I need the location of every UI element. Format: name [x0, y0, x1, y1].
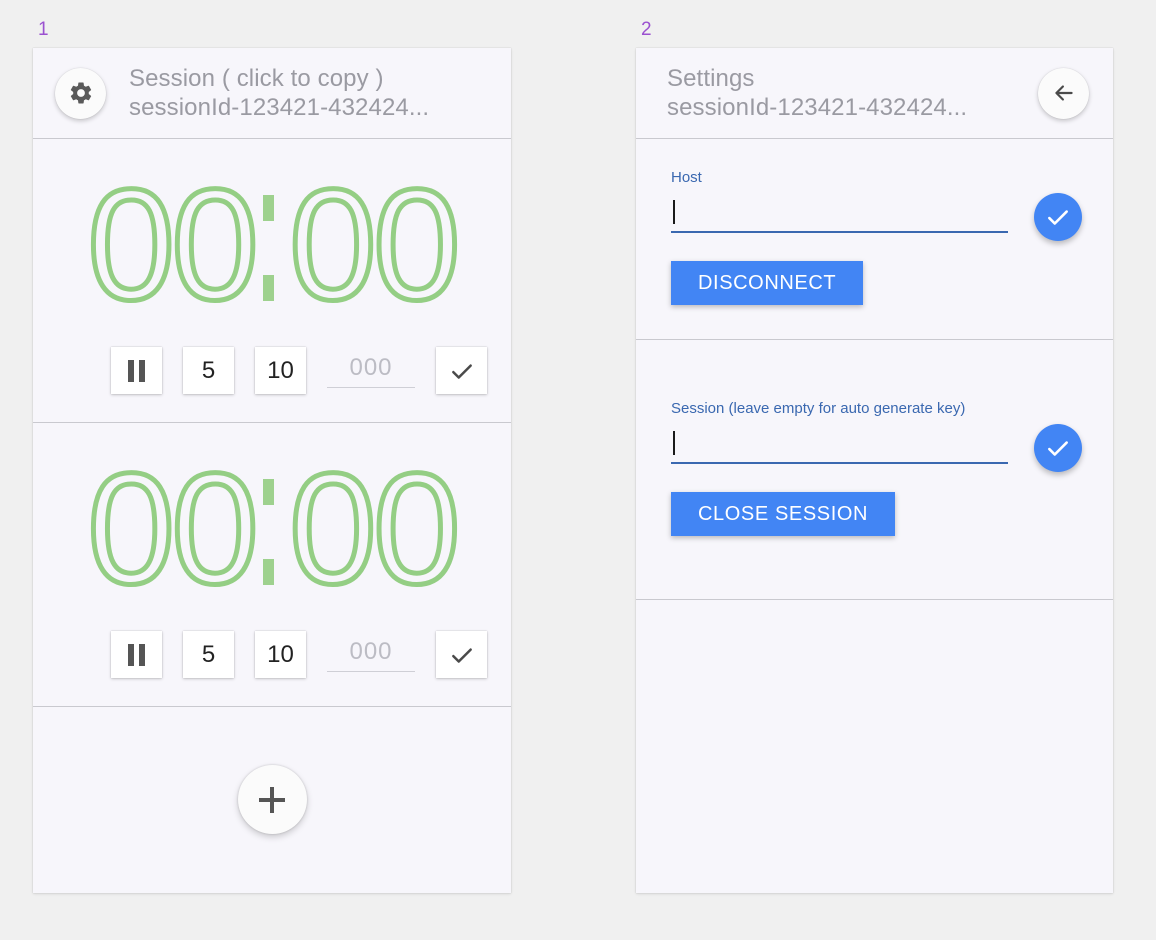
timer-panel: Session ( click to copy ) sessionId-12342…: [33, 48, 511, 893]
preset-10-button[interactable]: 10: [255, 347, 306, 394]
timer-block: 0 0 0 0 5 10 000: [33, 423, 511, 707]
timer-digit: 0: [287, 157, 380, 333]
settings-empty-area: [636, 600, 1113, 892]
back-button[interactable]: [1038, 67, 1089, 119]
custom-minutes-input[interactable]: 000: [327, 354, 415, 388]
timer-display: 0 0 0 0: [33, 157, 511, 333]
pause-icon: [128, 359, 145, 382]
arrow-left-icon: [1054, 85, 1073, 101]
add-timer-area: [33, 707, 511, 892]
panel-number-1: 1: [38, 19, 49, 40]
add-timer-button[interactable]: [237, 765, 307, 834]
session-id: sessionId-123421-432424...: [129, 94, 430, 121]
check-icon: [1048, 210, 1068, 225]
settings-button[interactable]: [55, 67, 106, 119]
pause-button[interactable]: [111, 631, 162, 678]
session-header-text[interactable]: Session ( click to copy ) sessionId-12342…: [129, 64, 429, 122]
timer-block: 0 0 0 0 5 10 000: [33, 139, 511, 423]
timer-digit: 0: [85, 441, 178, 617]
custom-minutes-input[interactable]: 000: [327, 638, 415, 672]
session-confirm-button[interactable]: [1034, 424, 1082, 472]
settings-panel: Settings sessionId-123421-432424... Host …: [636, 48, 1113, 893]
check-icon: [451, 363, 472, 379]
timer-colon: [255, 189, 289, 301]
session-field-row: [671, 418, 1113, 472]
timer-digit: 0: [169, 441, 262, 617]
pause-button[interactable]: [111, 347, 162, 394]
custom-minutes-placeholder: 000: [349, 353, 393, 381]
host-section: Host DISCONNECT: [636, 139, 1113, 340]
timer-digit: 0: [370, 157, 463, 333]
confirm-button[interactable]: [436, 631, 487, 678]
text-caret: [673, 200, 675, 224]
timer-controls: 5 10 000: [33, 631, 511, 678]
pause-icon: [128, 643, 145, 666]
gear-icon: [70, 82, 91, 104]
preset-5-button[interactable]: 5: [183, 631, 234, 678]
preset-10-button[interactable]: 10: [255, 631, 306, 678]
host-field-row: [671, 187, 1113, 241]
custom-minutes-placeholder: 000: [349, 637, 393, 665]
close-session-button[interactable]: CLOSE SESSION: [671, 492, 896, 536]
plus-icon: [259, 786, 285, 813]
timer-colon: [255, 473, 289, 585]
host-confirm-button[interactable]: [1034, 193, 1082, 241]
session-key-label: Session (leave empty for auto generate k…: [671, 400, 966, 417]
timer-panel-header: Session ( click to copy ) sessionId-12342…: [33, 48, 511, 139]
session-key-input[interactable]: [671, 428, 1008, 464]
timer-digit: 0: [287, 441, 380, 617]
confirm-button[interactable]: [436, 347, 487, 394]
check-icon: [451, 647, 472, 663]
timer-digit: 0: [370, 441, 463, 617]
settings-session-id: sessionId-123421-432424...: [667, 94, 968, 121]
settings-title: Settings: [667, 65, 755, 92]
session-section: Session (leave empty for auto generate k…: [636, 340, 1113, 600]
settings-panel-header: Settings sessionId-123421-432424...: [636, 48, 1113, 139]
text-caret: [673, 431, 675, 455]
preset-5-button[interactable]: 5: [183, 347, 234, 394]
panel-number-2: 2: [641, 19, 652, 40]
host-label: Host: [671, 169, 702, 186]
timer-digit: 0: [169, 157, 262, 333]
settings-header-text: Settings sessionId-123421-432424...: [667, 64, 967, 122]
check-icon: [1048, 441, 1068, 456]
timer-digit: 0: [85, 157, 178, 333]
disconnect-button[interactable]: DISCONNECT: [671, 261, 864, 305]
host-input[interactable]: [671, 197, 1008, 233]
timer-controls: 5 10 000: [33, 347, 511, 394]
timer-display: 0 0 0 0: [33, 441, 511, 617]
session-title: Session ( click to copy ): [129, 65, 384, 92]
